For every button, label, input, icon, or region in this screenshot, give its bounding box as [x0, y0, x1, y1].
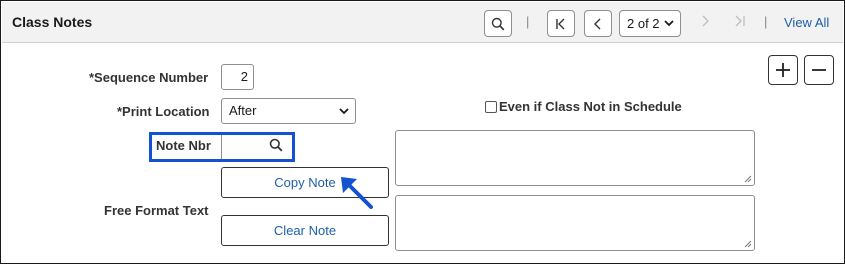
- view-all-link[interactable]: View All: [784, 15, 829, 30]
- delete-row-button[interactable]: [804, 55, 834, 85]
- note-text-area[interactable]: [395, 130, 755, 186]
- previous-icon: [594, 18, 601, 29]
- page-select[interactable]: 2 of 2: [619, 10, 681, 37]
- clear-note-button[interactable]: Clear Note: [221, 215, 389, 246]
- search-button[interactable]: [484, 10, 512, 37]
- page-select-value: 2 of 2: [627, 16, 660, 31]
- note-nbr-label: Note Nbr: [156, 138, 211, 153]
- even-if-class-checkbox[interactable]: [485, 101, 497, 113]
- free-format-text-area[interactable]: [395, 195, 755, 251]
- plus-icon: [776, 63, 790, 77]
- even-if-class-label: Even if Class Not in Schedule: [499, 99, 682, 114]
- first-page-button[interactable]: [547, 10, 575, 37]
- resize-handle-icon[interactable]: [744, 175, 752, 183]
- minus-icon: [812, 69, 826, 71]
- separator: |: [764, 14, 768, 29]
- sequence-number-label: *Sequence Number: [89, 70, 209, 85]
- chevron-down-icon: [664, 20, 674, 27]
- next-icon[interactable]: [700, 14, 710, 28]
- previous-button[interactable]: [584, 10, 612, 37]
- class-notes-panel: Class Notes | 2 of 2 | View All *Sequenc…: [0, 0, 845, 264]
- search-icon[interactable]: [269, 138, 283, 152]
- sequence-number-input[interactable]: 2: [221, 64, 254, 90]
- print-location-label: *Print Location: [117, 104, 210, 119]
- print-location-select[interactable]: After: [221, 98, 356, 124]
- panel-header: Class Notes | 2 of 2 | View All: [2, 2, 843, 43]
- separator: |: [526, 14, 530, 29]
- resize-handle-icon[interactable]: [744, 240, 752, 248]
- chevron-down-icon: [339, 108, 349, 115]
- search-icon: [491, 17, 505, 30]
- free-format-text-label: Free Format Text: [104, 203, 209, 218]
- arrow-pointer-icon: [341, 177, 373, 209]
- add-row-button[interactable]: [768, 55, 798, 85]
- print-location-value: After: [229, 103, 257, 118]
- first-page-icon: [556, 18, 565, 29]
- panel-title: Class Notes: [12, 14, 93, 30]
- last-page-icon[interactable]: [734, 14, 746, 28]
